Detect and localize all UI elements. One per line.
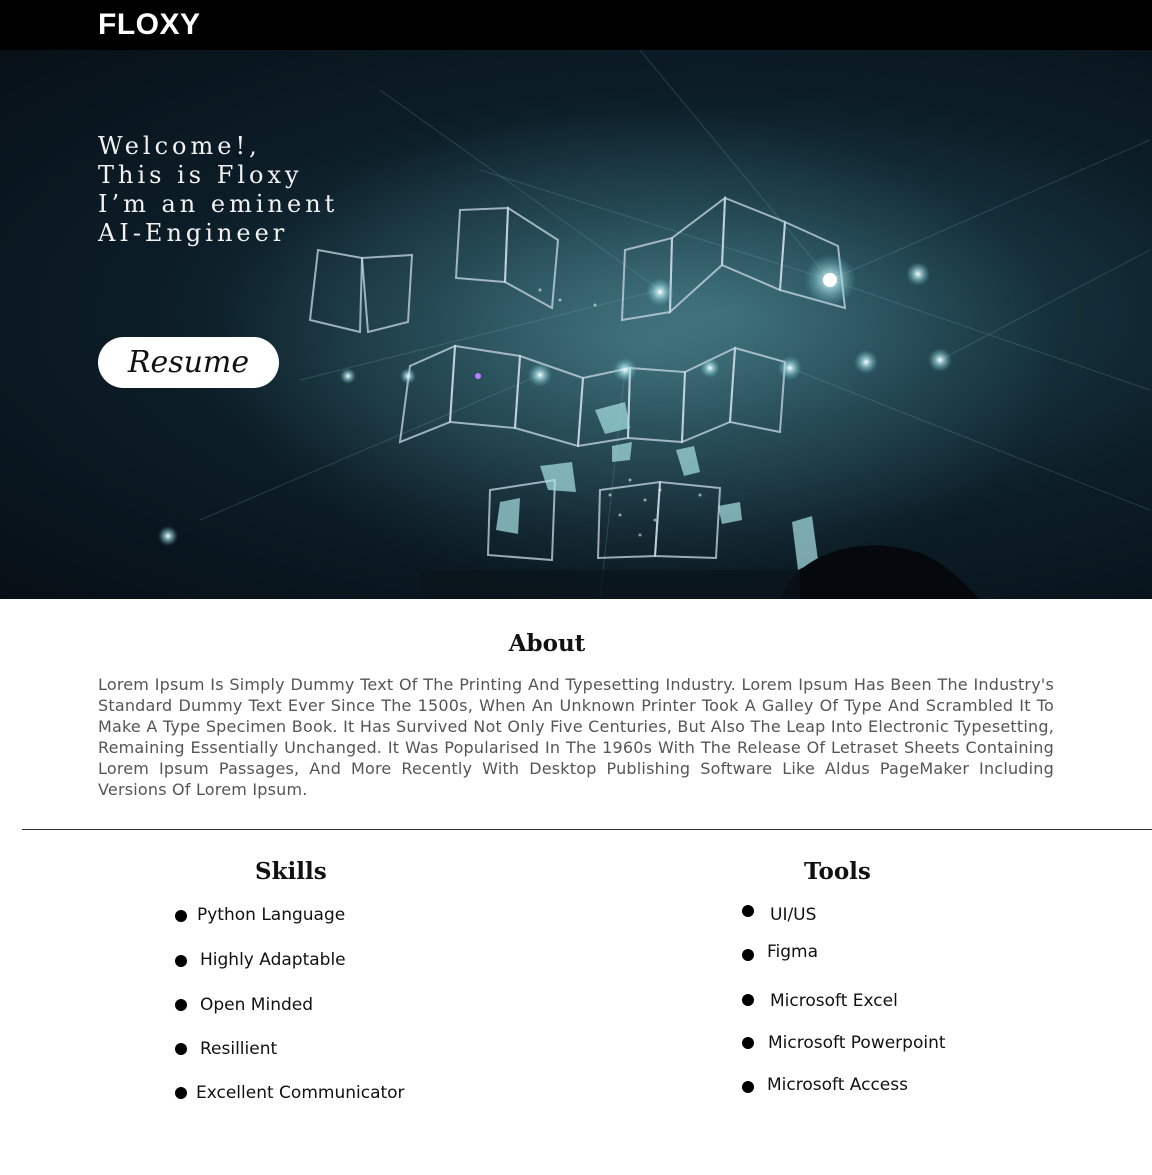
about-paragraph: Lorem Ipsum Is Simply Dummy Text Of The …	[98, 675, 1054, 799]
hero-banner: Welcome!, This is Floxy I’m an eminent A…	[0, 50, 1152, 599]
top-navbar: FLOXY	[0, 0, 1152, 50]
skill-item: Resillient	[200, 1039, 278, 1059]
bullet-icon	[175, 999, 187, 1011]
bullet-icon	[742, 905, 754, 917]
about-heading: About	[508, 630, 586, 657]
bullet-icon	[742, 1037, 754, 1049]
hero-line-4: AI-Engineer	[98, 219, 289, 247]
bullet-icon	[175, 1043, 187, 1055]
tools-heading: Tools	[804, 858, 871, 885]
tool-item: Microsoft Excel	[770, 991, 898, 1011]
skill-item: Excellent Communicator	[196, 1083, 405, 1103]
skills-heading: Skills	[255, 858, 327, 885]
brand-logo[interactable]: FLOXY	[98, 8, 201, 42]
bullet-icon	[175, 1087, 187, 1099]
tool-item: Microsoft Access	[767, 1075, 908, 1095]
skill-item: Highly Adaptable	[200, 950, 346, 970]
bullet-icon	[175, 955, 187, 967]
bullet-icon	[742, 949, 754, 961]
hero-line-3: I’m an eminent	[98, 190, 339, 218]
section-divider	[22, 829, 1152, 830]
hero-welcome-text: Welcome!, This is Floxy I’m an eminent A…	[98, 132, 338, 248]
skill-item: Open Minded	[200, 995, 314, 1015]
tool-item: UI/US	[770, 905, 817, 925]
bullet-icon	[175, 910, 187, 922]
bullet-icon	[742, 1081, 754, 1093]
bullet-icon	[742, 994, 754, 1006]
skill-item: Python Language	[197, 905, 346, 925]
hero-line-1: Welcome!,	[98, 132, 261, 160]
hero-line-2: This is Floxy	[98, 161, 303, 189]
resume-button[interactable]: Resume	[98, 337, 279, 388]
tool-item: Figma	[767, 942, 819, 962]
tool-item: Microsoft Powerpoint	[768, 1033, 946, 1053]
